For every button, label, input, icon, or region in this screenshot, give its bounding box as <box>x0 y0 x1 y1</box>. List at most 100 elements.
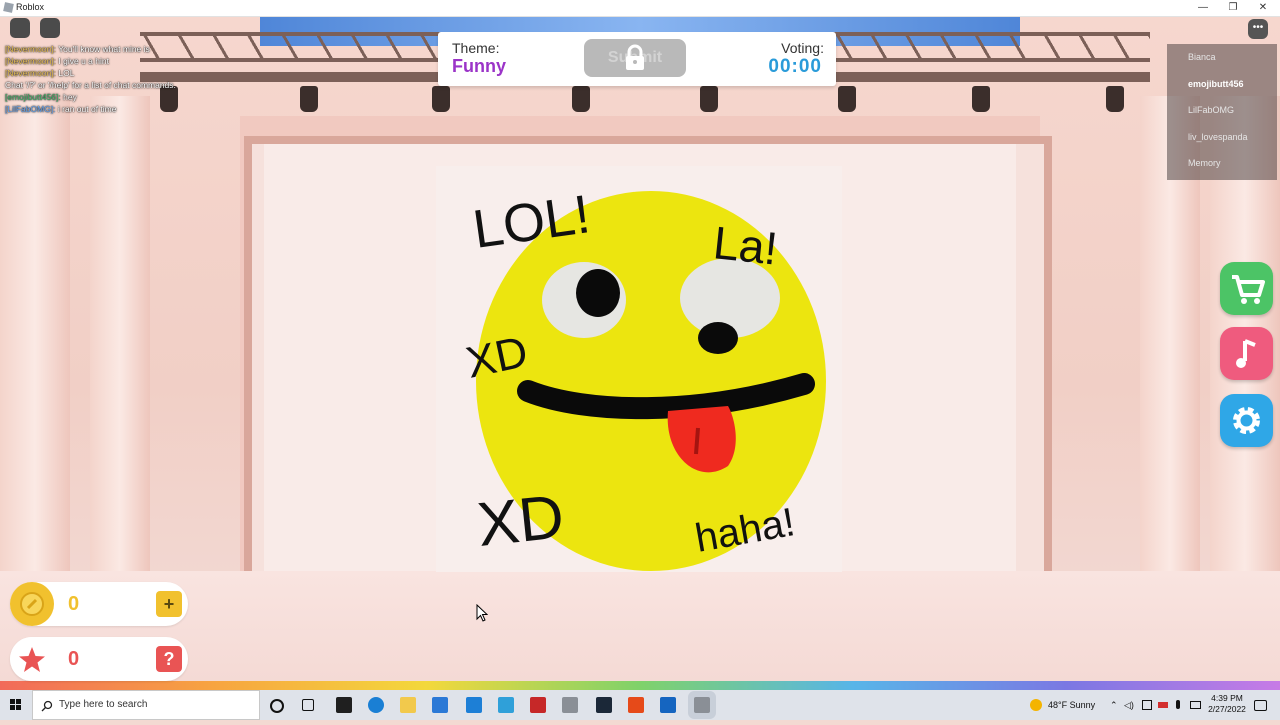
roblox-studio-icon[interactable] <box>562 697 578 713</box>
close-window-button[interactable]: ✕ <box>1248 0 1278 16</box>
stage-floor <box>0 571 1280 690</box>
clock-time: 4:39 PM <box>1211 693 1243 703</box>
right-pupil <box>698 322 738 354</box>
microsoft-store-icon[interactable] <box>432 697 448 713</box>
taskbar-app-blue-icon[interactable] <box>660 697 676 713</box>
chat-system-message: Chat '/?' or '/help' for a list of chat … <box>5 79 176 91</box>
spotlight <box>300 86 318 112</box>
chat-message: [Nevermoon]: You'll know what mine is <box>5 43 176 55</box>
tray-overflow-icon[interactable]: ⌃ <box>1110 700 1118 711</box>
roblox-player-icon[interactable] <box>694 697 710 713</box>
chat-message: [LilFabOMG]: i ran out of time <box>5 103 176 115</box>
settings-button[interactable] <box>1220 394 1273 447</box>
player-list-item[interactable]: Bianca <box>1167 44 1277 71</box>
coin-icon <box>10 582 54 626</box>
theme-label: Theme: <box>452 40 500 56</box>
spotlight <box>700 86 718 112</box>
mail-icon[interactable] <box>466 697 482 713</box>
cortana-icon[interactable] <box>270 699 284 713</box>
restore-button[interactable]: ❐ <box>1218 0 1248 16</box>
doodle-xd-2: XD <box>474 482 567 560</box>
lock-icon <box>626 44 644 70</box>
spotlight <box>972 86 990 112</box>
doodle-la: La! <box>711 216 780 274</box>
left-pupil <box>576 269 620 317</box>
mouse-cursor-icon <box>476 604 488 622</box>
notifications-icon[interactable] <box>1254 700 1267 711</box>
chat-message: [emojibutt456]: hey <box>5 91 176 103</box>
stars-panel: 0 ? <box>10 637 188 681</box>
stars-help-button[interactable]: ? <box>156 646 182 672</box>
left-pillar <box>0 96 70 616</box>
task-view-icon[interactable] <box>302 699 314 711</box>
spotlight <box>432 86 450 112</box>
start-button[interactable] <box>0 690 32 720</box>
player-list-item-local[interactable]: emojibutt456 <box>1167 71 1277 98</box>
theme-voting-panel: Theme: Funny Submit Voting: 00:00 <box>438 32 836 86</box>
star-icon <box>10 637 54 681</box>
tray-app-icon[interactable] <box>1158 702 1168 708</box>
steam-icon[interactable] <box>596 697 612 713</box>
player-list-item[interactable]: liv_lovespanda <box>1167 124 1277 151</box>
submit-button[interactable]: Submit <box>584 39 686 77</box>
chat-username[interactable]: [LilFabOMG]: <box>5 104 56 114</box>
antivirus-shield-icon[interactable] <box>530 697 546 713</box>
speaker-icon[interactable]: ◁) <box>1124 700 1134 711</box>
buy-coins-button[interactable]: + <box>156 591 182 617</box>
rainbow-floor-strip <box>0 681 1280 690</box>
settings-gear-icon <box>1233 407 1260 434</box>
spotlight <box>572 86 590 112</box>
drawing-canvas[interactable]: LOL! La! XD XD haha! <box>436 166 842 572</box>
player-list-item[interactable]: Memory <box>1167 150 1277 177</box>
coins-panel: 0 + <box>10 582 188 626</box>
game-viewport[interactable]: LOL! La! XD XD haha! <box>0 16 1280 690</box>
file-explorer-icon[interactable] <box>400 697 416 713</box>
taskbar-app-c-icon[interactable] <box>628 697 644 713</box>
spotlight <box>838 86 856 112</box>
chat-username[interactable]: [Nevermoon]: <box>5 44 56 54</box>
chat-message: [Nevermoon]: LOL <box>5 67 176 79</box>
microphone-icon[interactable] <box>1176 700 1180 709</box>
window-title: Roblox <box>16 2 45 12</box>
emoji-drawing: LOL! La! XD XD haha! <box>462 184 826 571</box>
minimize-button[interactable]: — <box>1188 0 1218 16</box>
windows-logo-icon <box>10 699 21 710</box>
taskbar-clock[interactable]: 4:39 PM 2/27/2022 <box>1204 693 1250 715</box>
music-button[interactable] <box>1220 327 1273 380</box>
star-count: 0 <box>68 648 80 670</box>
network-icon[interactable] <box>1142 700 1152 710</box>
player-list-item[interactable]: LilFabOMG <box>1167 97 1277 124</box>
search-placeholder: Type here to search <box>59 699 148 710</box>
taskbar-app-icon[interactable] <box>336 697 352 713</box>
chat-text: i ran out of time <box>55 104 117 114</box>
display-icon[interactable] <box>1190 701 1201 709</box>
roblox-menu-icon[interactable] <box>10 18 30 38</box>
tongue-line <box>694 427 700 455</box>
music-note-icon <box>1236 339 1256 368</box>
voting-label: Voting: <box>781 40 824 56</box>
clock-date: 2/27/2022 <box>1208 704 1246 714</box>
chat-text: LOL <box>56 68 75 78</box>
chat-username[interactable]: [Nevermoon]: <box>5 68 56 78</box>
chat-username[interactable]: [Nevermoon]: <box>5 56 56 66</box>
windows-taskbar: Type here to search 48°F Sunny ⌃ ◁) 4:39… <box>0 690 1280 720</box>
chat-toggle-icon[interactable] <box>40 18 60 38</box>
player-list: Bianca emojibutt456 LilFabOMG liv_lovesp… <box>1167 44 1277 180</box>
taskbar-app-l-icon[interactable] <box>498 697 514 713</box>
roblox-app-icon <box>3 2 14 13</box>
weather-text[interactable]: 48°F Sunny <box>1048 700 1095 710</box>
shopping-cart-icon <box>1232 275 1265 304</box>
voting-timer: 00:00 <box>768 56 822 77</box>
edge-browser-icon[interactable] <box>368 697 384 713</box>
chat-username[interactable]: [emojibutt456]: <box>5 92 61 102</box>
shop-button[interactable] <box>1220 262 1273 315</box>
theme-value: Funny <box>452 56 506 76</box>
taskbar-search-box[interactable]: Type here to search <box>32 690 260 720</box>
chat-log: [Nevermoon]: You'll know what mine is [N… <box>5 43 176 115</box>
more-options-icon[interactable]: ••• <box>1248 19 1268 39</box>
chat-message: [Nevermoon]: I give u a hint <box>5 55 176 67</box>
chat-text: I give u a hint <box>56 56 109 66</box>
window-titlebar: Roblox — ❐ ✕ <box>0 0 1280 17</box>
coin-count: 0 <box>68 593 80 615</box>
search-icon <box>41 700 53 712</box>
